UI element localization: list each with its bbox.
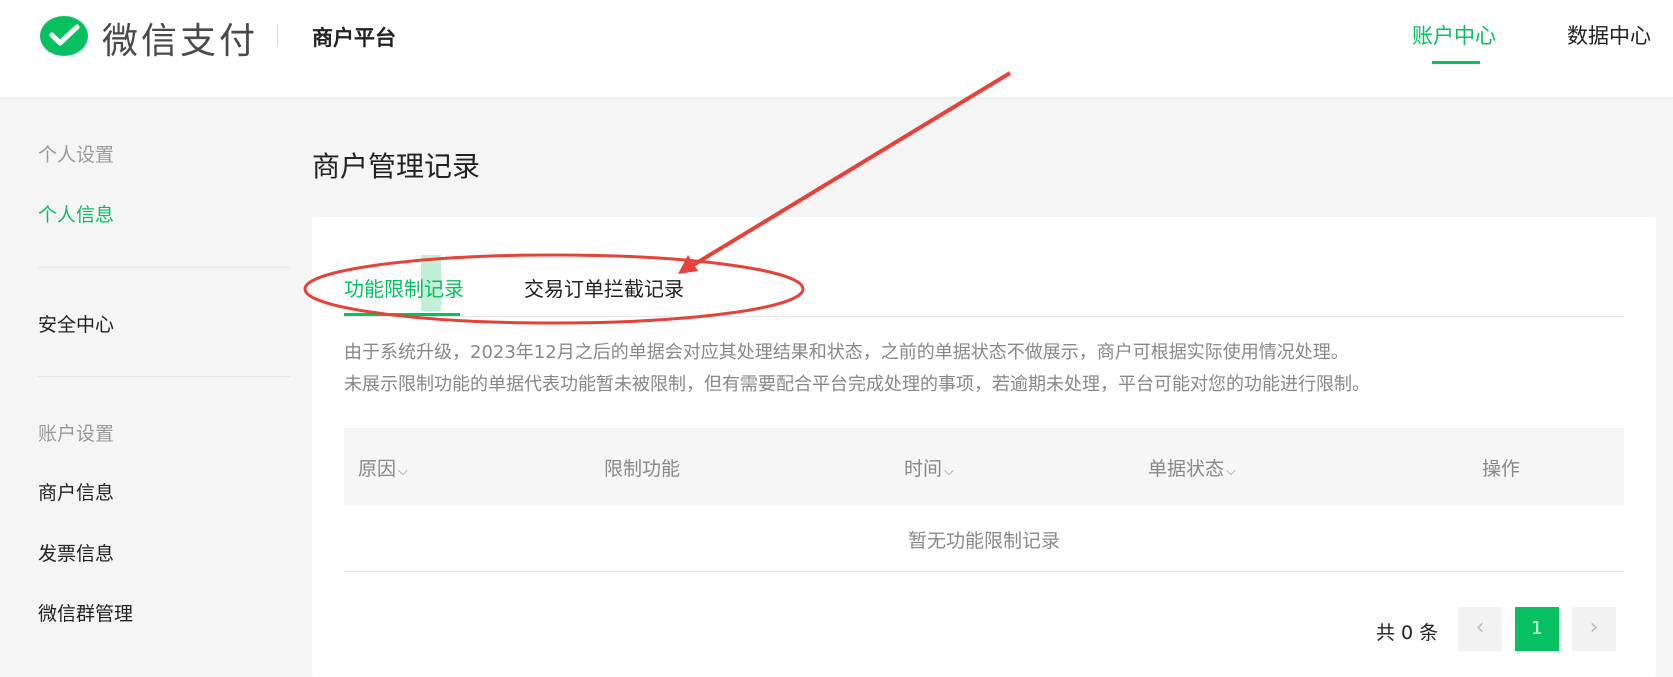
sidebar-divider <box>38 376 290 377</box>
table-header: 原因 ⌵ 限制功能 时间 ⌵ 单据状态 ⌵ 操作 <box>344 428 1624 506</box>
sidebar-divider <box>38 267 290 268</box>
notice-line-2: 未展示限制功能的单据代表功能暂未被限制，但有需要配合平台完成处理的事项，若逾期未… <box>344 374 1370 395</box>
brand-name: 微信支付 <box>102 21 259 62</box>
sidebar-item-personal-info[interactable]: 个人信息 <box>38 200 114 227</box>
nav-account-center[interactable]: 账户中心 <box>1412 20 1496 50</box>
column-header-reason[interactable]: 原因 ⌵ <box>358 454 408 481</box>
chevron-down-icon: ⌵ <box>944 464 954 479</box>
top-header: 微信支付 商户平台 账户中心 数据中心 <box>0 0 1673 97</box>
next-page-button[interactable]: › <box>1572 607 1616 651</box>
page-title: 商户管理记录 <box>312 150 481 183</box>
platform-title: 商户平台 <box>312 26 396 50</box>
tab-order-interception-records[interactable]: 交易订单拦截记录 <box>524 273 684 302</box>
chevron-down-icon: ⌵ <box>398 464 408 479</box>
tab-bar: 功能限制记录 交易订单拦截记录 <box>344 255 1624 317</box>
sidebar-item-wechat-group-mgmt[interactable]: 微信群管理 <box>38 599 133 626</box>
wechat-pay-logo-icon <box>40 16 88 56</box>
nav-data-center[interactable]: 数据中心 <box>1567 20 1651 50</box>
column-header-label: 时间 <box>904 458 943 480</box>
column-header-actions: 操作 <box>1482 458 1521 480</box>
sidebar-group-personal: 个人设置 <box>38 144 115 166</box>
total-count: 共 0 条 <box>1376 622 1439 644</box>
pagination: 共 0 条 ‹ 1 › <box>312 607 1624 651</box>
column-header-label: 原因 <box>358 458 397 480</box>
sidebar-item-invoice-info[interactable]: 发票信息 <box>38 539 114 566</box>
column-header-document-status[interactable]: 单据状态 ⌵ <box>1148 454 1236 481</box>
column-header-time[interactable]: 时间 ⌵ <box>904 454 954 481</box>
tab-active-indicator <box>344 313 460 316</box>
chevron-right-icon: › <box>1589 615 1599 640</box>
sidebar-item-security-center[interactable]: 安全中心 <box>38 310 114 337</box>
brand-logo[interactable]: 微信支付 <box>38 12 258 64</box>
sidebar-group-account: 账户设置 <box>38 423 115 445</box>
table-empty-row: 暂无功能限制记录 <box>344 506 1624 572</box>
chevron-down-icon: ⌵ <box>1226 464 1236 479</box>
notice-text: 由于系统升级，2023年12月之后的单据会对应其处理结果和状态，之前的单据状态不… <box>344 337 1370 401</box>
tab-function-restriction-records[interactable]: 功能限制记录 <box>344 273 464 302</box>
records-card: 功能限制记录 交易订单拦截记录 由于系统升级，2023年12月之后的单据会对应其… <box>312 217 1656 677</box>
sidebar-item-merchant-info[interactable]: 商户信息 <box>38 478 114 505</box>
page-button-current[interactable]: 1 <box>1515 607 1559 651</box>
nav-active-indicator <box>1432 61 1480 64</box>
column-header-label: 单据状态 <box>1148 458 1225 480</box>
chevron-left-icon: ‹ <box>1475 615 1485 640</box>
empty-state-text: 暂无功能限制记录 <box>907 530 1060 552</box>
prev-page-button[interactable]: ‹ <box>1458 607 1502 651</box>
column-header-restricted-function: 限制功能 <box>604 458 681 480</box>
header-divider <box>277 24 278 46</box>
notice-line-1: 由于系统升级，2023年12月之后的单据会对应其处理结果和状态，之前的单据状态不… <box>344 342 1349 363</box>
